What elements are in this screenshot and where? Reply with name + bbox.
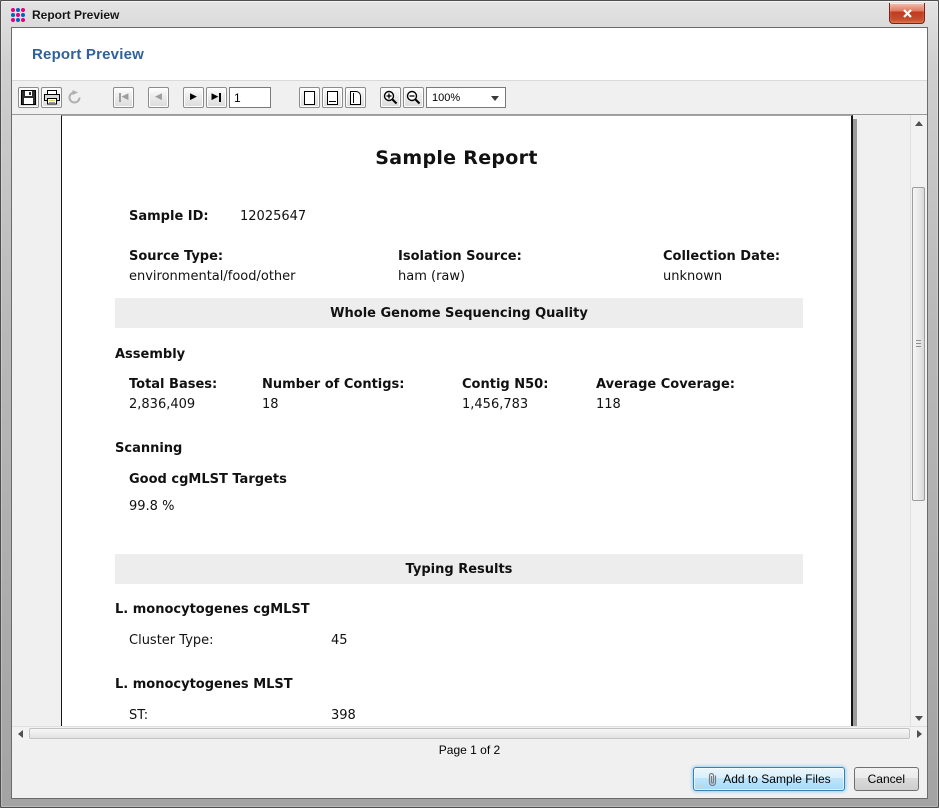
whole-page-view-button[interactable] xyxy=(299,87,320,108)
isolation-source-label: Isolation Source: xyxy=(398,249,522,264)
report-preview-window: Report Preview Report Preview xyxy=(0,0,939,808)
scanning-heading: Scanning xyxy=(115,441,182,456)
isolation-source-value: ham (raw) xyxy=(398,269,465,284)
report-preview-area: Sample Report Sample ID: 12025647 Source… xyxy=(12,115,927,740)
page-width-view-button[interactable] xyxy=(322,87,343,108)
cgmlst-heading: L. monocytogenes cgMLST xyxy=(115,602,310,617)
number-of-contigs-value: 18 xyxy=(262,397,279,412)
dialog-footer: Add to Sample Files Cancel xyxy=(12,760,927,798)
toolbar: ◀ ◀ ▶ ▶ xyxy=(12,81,927,115)
page-number-input[interactable] xyxy=(229,87,271,108)
arrow-left-icon xyxy=(18,730,23,738)
source-type-value: environmental/food/other xyxy=(129,269,296,284)
average-coverage-label: Average Coverage: xyxy=(596,377,735,392)
zoom-out-icon xyxy=(406,90,421,105)
source-type-label: Source Type: xyxy=(129,249,223,264)
save-icon xyxy=(21,90,36,105)
assembly-heading: Assembly xyxy=(115,347,185,362)
close-button[interactable] xyxy=(889,3,925,24)
print-button[interactable] xyxy=(41,87,62,108)
st-value: 398 xyxy=(331,708,356,723)
multi-page-icon xyxy=(350,91,361,105)
refresh-button[interactable] xyxy=(64,87,85,108)
cluster-type-value: 45 xyxy=(331,633,348,648)
first-page-button[interactable]: ◀ xyxy=(113,87,134,108)
total-bases-value: 2,836,409 xyxy=(129,397,195,412)
chevron-down-icon xyxy=(491,96,499,101)
multi-page-view-button[interactable] xyxy=(345,87,366,108)
vertical-scroll-thumb[interactable] xyxy=(912,187,925,501)
titlebar[interactable]: Report Preview xyxy=(3,3,936,27)
scroll-right-button[interactable] xyxy=(911,727,927,740)
save-button[interactable] xyxy=(18,87,39,108)
next-page-button[interactable]: ▶ xyxy=(183,87,204,108)
preview-canvas: Sample Report Sample ID: 12025647 Source… xyxy=(12,115,910,726)
report-page: Sample Report Sample ID: 12025647 Source… xyxy=(61,115,853,726)
horizontal-scrollbar[interactable] xyxy=(12,726,927,740)
cancel-label: Cancel xyxy=(868,772,905,786)
page-width-icon xyxy=(327,91,338,105)
horizontal-scroll-thumb[interactable] xyxy=(29,728,910,739)
whole-page-icon xyxy=(304,91,315,105)
statusbar: Page 1 of 2 xyxy=(12,740,927,760)
good-cgmlst-targets-value: 99.8 % xyxy=(129,499,174,514)
add-to-sample-files-button[interactable]: Add to Sample Files xyxy=(693,767,844,791)
last-page-icon: ▶ xyxy=(212,93,219,102)
zoom-in-icon xyxy=(383,90,398,105)
collection-date-label: Collection Date: xyxy=(663,249,780,264)
scroll-left-button[interactable] xyxy=(12,727,28,740)
cluster-type-label: Cluster Type: xyxy=(129,633,214,648)
sample-id-value: 12025647 xyxy=(240,209,306,224)
collection-date-value: unknown xyxy=(663,269,722,284)
mlst-heading: L. monocytogenes MLST xyxy=(115,677,293,692)
page-title: Report Preview xyxy=(32,46,144,63)
dialog-header: Report Preview xyxy=(12,28,927,81)
number-of-contigs-label: Number of Contigs: xyxy=(262,377,405,392)
good-cgmlst-targets-label: Good cgMLST Targets xyxy=(129,472,287,487)
refresh-icon xyxy=(67,90,82,105)
page-status: Page 1 of 2 xyxy=(439,743,500,757)
st-label: ST: xyxy=(129,708,148,723)
zoom-in-button[interactable] xyxy=(380,87,401,108)
zoom-out-button[interactable] xyxy=(403,87,424,108)
close-icon xyxy=(903,9,912,18)
total-bases-label: Total Bases: xyxy=(129,377,217,392)
arrow-right-icon xyxy=(917,730,922,738)
scroll-down-button[interactable] xyxy=(911,710,927,726)
cancel-button[interactable]: Cancel xyxy=(854,767,919,791)
next-page-icon: ▶ xyxy=(190,93,197,102)
report-title: Sample Report xyxy=(62,147,851,169)
arrow-up-icon xyxy=(915,121,923,126)
app-icon xyxy=(10,7,26,23)
first-page-icon: ◀ xyxy=(122,93,129,102)
vertical-scrollbar[interactable] xyxy=(910,115,927,726)
paperclip-icon xyxy=(707,772,718,786)
wgs-section-header: Whole Genome Sequencing Quality xyxy=(115,298,803,328)
zoom-level-select[interactable]: 100% xyxy=(426,87,506,108)
previous-page-button[interactable]: ◀ xyxy=(148,87,169,108)
scroll-grip-icon xyxy=(916,340,921,349)
window-title: Report Preview xyxy=(32,8,119,22)
dialog-content: Report Preview xyxy=(11,27,928,799)
contig-n50-label: Contig N50: xyxy=(462,377,548,392)
arrow-down-icon xyxy=(915,716,923,721)
typing-results-section-header: Typing Results xyxy=(115,554,803,584)
add-to-sample-files-label: Add to Sample Files xyxy=(723,772,830,786)
zoom-level-value: 100% xyxy=(432,92,460,104)
average-coverage-value: 118 xyxy=(596,397,621,412)
last-page-button[interactable]: ▶ xyxy=(206,87,227,108)
previous-page-icon: ◀ xyxy=(155,93,162,102)
scroll-up-button[interactable] xyxy=(911,115,927,131)
print-icon xyxy=(44,90,60,105)
contig-n50-value: 1,456,783 xyxy=(462,397,528,412)
sample-id-label: Sample ID: xyxy=(129,209,209,224)
